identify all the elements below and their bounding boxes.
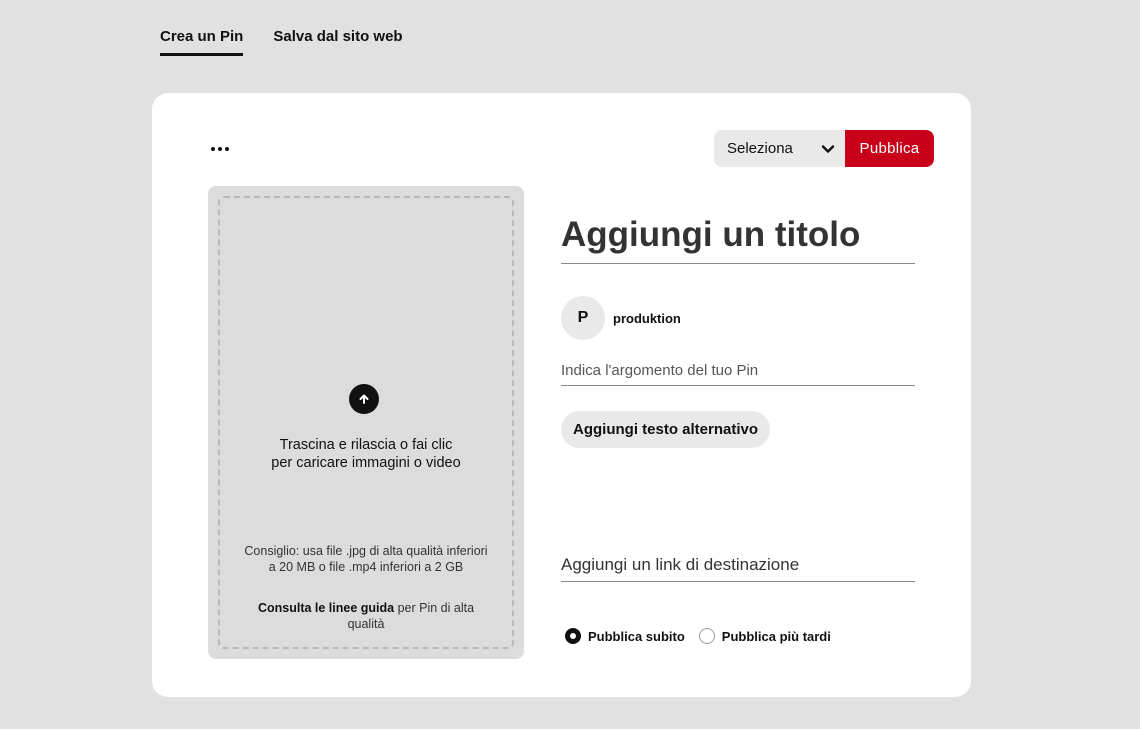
upload-tip: Consiglio: usa file .jpg di alta qualità… [244, 544, 488, 574]
tab-bar: Crea un Pin Salva dal sito web [160, 28, 403, 56]
description-input[interactable]: Indica l'argomento del tuo Pin [561, 359, 915, 386]
publish-button[interactable]: Pubblica [845, 130, 934, 167]
upload-line-2: per caricare immagini o video [271, 455, 461, 471]
add-alt-text-button[interactable]: Aggiungi testo alternativo [561, 411, 771, 448]
board-select[interactable]: Seleziona [714, 130, 845, 167]
upload-line-1: Trascina e rilascia o fai clic [279, 437, 453, 453]
title-input[interactable]: Aggiungi un titolo [561, 213, 915, 264]
radio-selected-icon [565, 628, 581, 644]
upload-instructions: Trascina e rilascia o fai clic per caric… [220, 436, 512, 472]
arrow-up-circle-icon [349, 384, 379, 414]
tab-create-pin[interactable]: Crea un Pin [160, 28, 244, 56]
more-options-icon[interactable] [208, 141, 232, 157]
tab-save-from-website[interactable]: Salva dal sito web [273, 28, 402, 56]
radio-unselected-icon [698, 628, 715, 644]
media-upload-area[interactable]: Trascina e rilascia o fai clic per caric… [208, 186, 524, 659]
user-info: P produktion [561, 296, 681, 340]
publish-later-radio[interactable]: Pubblica più tardi [698, 628, 831, 644]
publish-now-radio[interactable]: Pubblica subito [565, 628, 685, 644]
publish-now-label: Pubblica subito [588, 628, 685, 644]
pin-builder-card: Seleziona Pubblica Trascina e rilascia o… [152, 93, 971, 697]
guidelines-link[interactable]: Consulta le linee guida [258, 601, 394, 615]
publish-toolbar: Seleziona Pubblica [714, 130, 934, 167]
upload-dropzone[interactable]: Trascina e rilascia o fai clic per caric… [218, 196, 514, 649]
chevron-down-icon [821, 144, 835, 153]
upload-guidelines: Consulta le linee guida per Pin di alta … [240, 600, 492, 632]
publish-later-label: Pubblica più tardi [721, 628, 831, 644]
destination-link-input[interactable]: Aggiungi un link di destinazione [561, 552, 915, 582]
avatar: P [561, 296, 605, 340]
username: produktion [613, 310, 681, 326]
publish-options: Pubblica subito Pubblica più tardi [565, 628, 831, 644]
board-select-value: Seleziona [727, 140, 793, 157]
